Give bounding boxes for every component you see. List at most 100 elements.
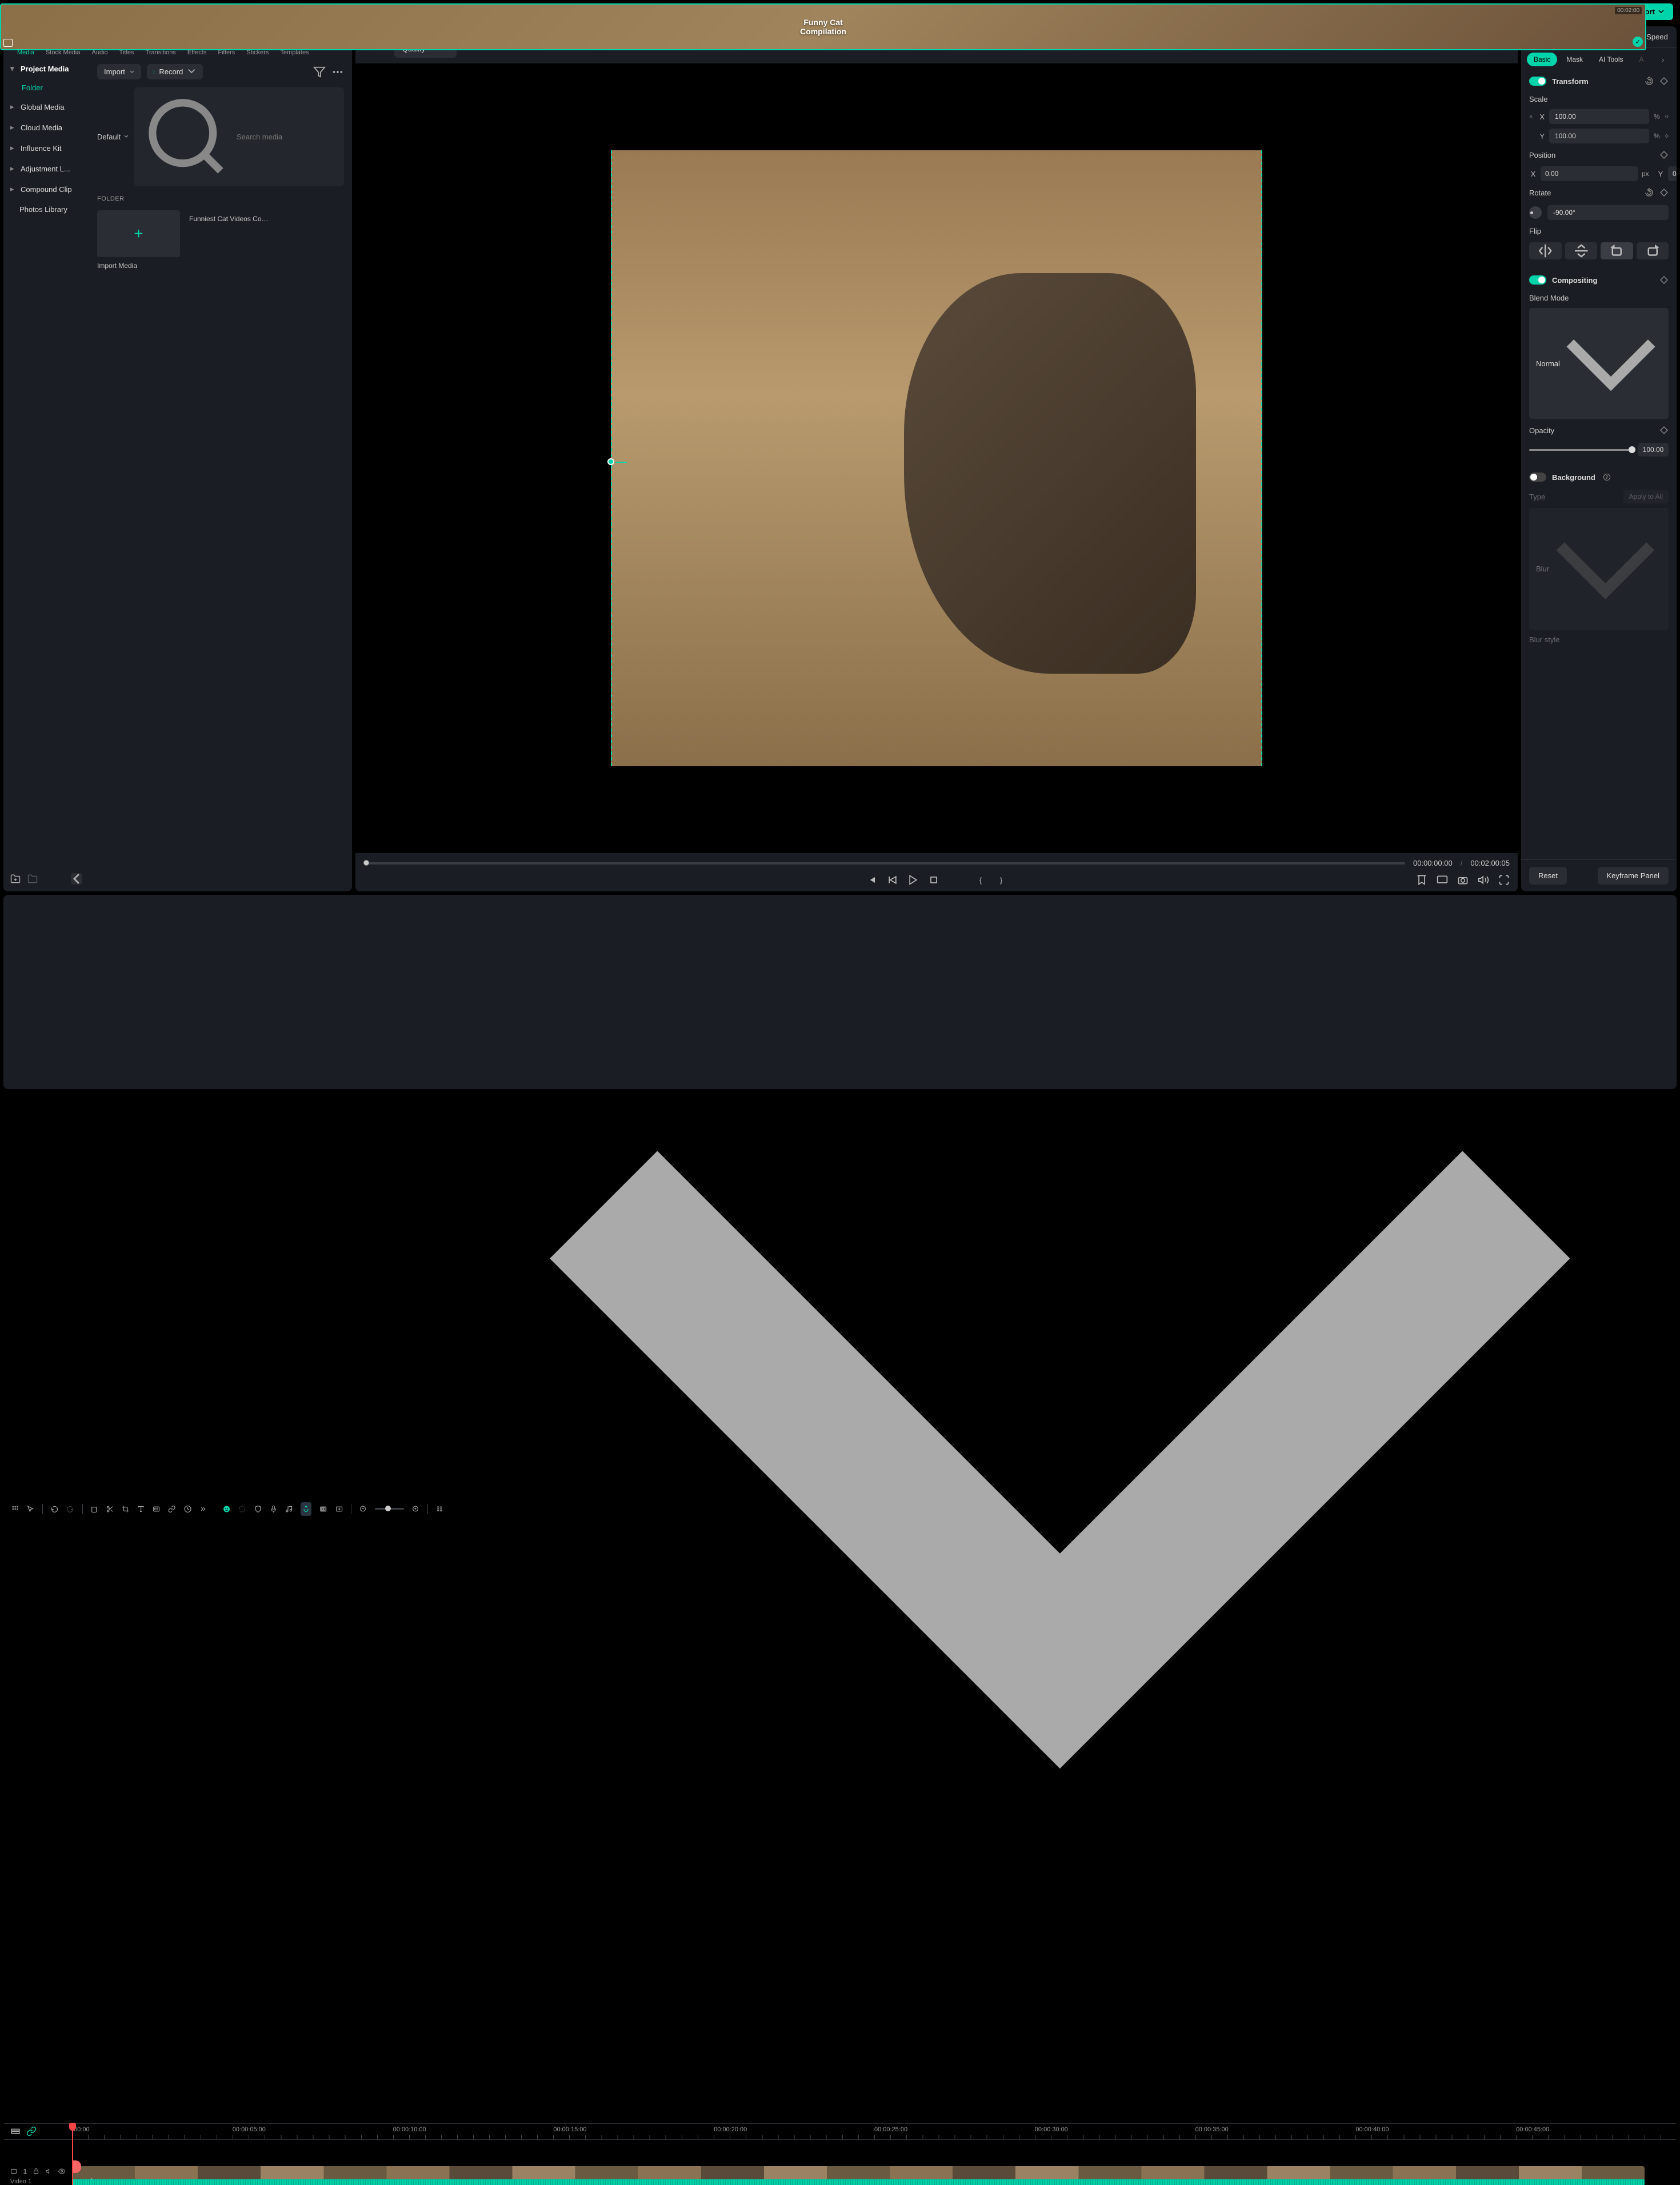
scale-y-keyframe[interactable] bbox=[1665, 131, 1669, 141]
mark-in-button[interactable]: { bbox=[975, 874, 986, 886]
tl-magnet-icon[interactable] bbox=[301, 1502, 311, 1516]
tl-crop-icon[interactable] bbox=[122, 1504, 129, 1514]
search-input[interactable] bbox=[237, 133, 337, 141]
tl-mode-icon-1[interactable] bbox=[10, 2126, 21, 2136]
rotate-knob[interactable] bbox=[1529, 206, 1542, 219]
prev-frame-button[interactable] bbox=[866, 874, 878, 886]
import-dropdown[interactable]: Import bbox=[97, 64, 141, 79]
sidebar-project-media[interactable]: ▾Project Media bbox=[3, 58, 89, 79]
zoom-slider[interactable] bbox=[375, 1508, 404, 1510]
search-field[interactable] bbox=[134, 87, 344, 186]
tl-ai-icon[interactable] bbox=[223, 1504, 230, 1514]
blend-mode-dropdown[interactable]: Normal bbox=[1529, 308, 1669, 419]
subtab-mask[interactable]: Mask bbox=[1559, 53, 1590, 66]
opacity-value[interactable]: 100.00 bbox=[1638, 443, 1669, 457]
help-icon[interactable]: ? bbox=[1603, 474, 1610, 481]
delete-folder-icon[interactable] bbox=[27, 874, 38, 884]
zoom-out-icon[interactable] bbox=[359, 1504, 367, 1514]
pos-x-input[interactable] bbox=[1541, 166, 1638, 181]
new-folder-icon[interactable] bbox=[10, 874, 21, 884]
transform-toggle[interactable] bbox=[1529, 77, 1546, 86]
tl-mic-icon[interactable] bbox=[270, 1504, 277, 1514]
tl-redo-icon[interactable] bbox=[66, 1504, 74, 1514]
flip-horizontal-button[interactable] bbox=[1529, 242, 1562, 259]
tl-link-icon[interactable] bbox=[168, 1504, 175, 1514]
marker-icon[interactable] bbox=[1416, 874, 1427, 886]
chevron-down-icon[interactable] bbox=[451, 901, 1669, 2118]
tl-view-options-icon[interactable] bbox=[436, 1504, 443, 1514]
compositing-keyframe[interactable] bbox=[1659, 275, 1669, 285]
display-mode-icon[interactable] bbox=[1437, 874, 1448, 886]
stop-button[interactable] bbox=[928, 874, 939, 886]
scale-link-icon[interactable] bbox=[1529, 113, 1533, 121]
sort-dropdown[interactable]: Default bbox=[97, 133, 129, 141]
tl-layout-icon[interactable] bbox=[11, 1504, 19, 1514]
scale-x-input[interactable] bbox=[1549, 109, 1649, 124]
reset-button[interactable]: Reset bbox=[1529, 867, 1567, 885]
play-button[interactable] bbox=[907, 874, 919, 886]
mark-out-button[interactable]: } bbox=[995, 874, 1007, 886]
volume-icon[interactable] bbox=[1478, 874, 1489, 886]
rotate-right-button[interactable] bbox=[1637, 242, 1669, 259]
rotate-reset-icon[interactable] bbox=[1645, 188, 1654, 197]
scale-y-input[interactable] bbox=[1549, 129, 1649, 143]
media-clip-tile[interactable]: Funny Cat Compilation 00:02:00 ✓ Funnies… bbox=[189, 210, 272, 270]
tl-adjust-icon[interactable] bbox=[335, 1504, 343, 1514]
transform-keyframe-icon[interactable] bbox=[1659, 77, 1669, 86]
timeline-ruler[interactable]: :00:00 00:00:05:00 00:00:10:00 00:00:15:… bbox=[72, 2124, 1677, 2139]
tl-more-icon[interactable] bbox=[199, 1504, 207, 1514]
timeline-clip[interactable]: Funniest Cat Videos Compilation in 2 Min… bbox=[72, 2166, 1645, 2185]
tl-delete-icon[interactable] bbox=[90, 1504, 98, 1514]
tl-music-icon[interactable] bbox=[285, 1504, 293, 1514]
opacity-keyframe[interactable] bbox=[1659, 426, 1669, 435]
tl-undo-icon[interactable] bbox=[51, 1504, 58, 1514]
play-backward-button[interactable] bbox=[887, 874, 898, 886]
tl-frame-icon[interactable] bbox=[153, 1504, 160, 1514]
tl-shield-icon[interactable] bbox=[254, 1504, 262, 1514]
camera-icon[interactable] bbox=[1457, 874, 1469, 886]
position-keyframe[interactable] bbox=[1659, 150, 1669, 159]
tl-markers-icon[interactable] bbox=[319, 1504, 327, 1514]
rotate-keyframe[interactable] bbox=[1659, 188, 1669, 197]
record-dropdown[interactable]: Record bbox=[147, 64, 203, 79]
fullscreen-icon[interactable] bbox=[1498, 874, 1510, 886]
rotate-left-button[interactable] bbox=[1601, 242, 1633, 259]
track-lock-icon[interactable] bbox=[33, 2167, 39, 2175]
subtab-ai-tools[interactable]: AI Tools bbox=[1592, 53, 1630, 66]
sidebar-cloud-media[interactable]: ▸Cloud Media bbox=[3, 117, 89, 138]
tl-color-icon[interactable] bbox=[238, 1504, 246, 1514]
more-icon[interactable] bbox=[331, 66, 344, 78]
transform-reset-icon[interactable] bbox=[1645, 77, 1654, 86]
scale-x-keyframe[interactable] bbox=[1665, 112, 1669, 121]
timeline-marker[interactable] bbox=[72, 2160, 81, 2173]
track-visible-icon[interactable] bbox=[58, 2167, 65, 2175]
subtab-scroll-right[interactable]: › bbox=[1662, 55, 1671, 64]
track-mute-icon[interactable] bbox=[46, 2167, 53, 2175]
background-toggle[interactable] bbox=[1529, 473, 1546, 482]
subtab-more[interactable]: A bbox=[1632, 53, 1650, 66]
sidebar-compound-clip[interactable]: ▸Compound Clip bbox=[3, 179, 89, 199]
import-media-tile[interactable]: + Import Media bbox=[97, 210, 180, 270]
tl-mode-icon-2[interactable] bbox=[26, 2126, 37, 2136]
sidebar-photos-library[interactable]: Photos Library bbox=[3, 199, 89, 219]
opacity-slider[interactable] bbox=[1529, 449, 1632, 451]
flip-vertical-button[interactable] bbox=[1565, 242, 1598, 259]
pos-y-input[interactable] bbox=[1668, 166, 1677, 181]
player-viewport[interactable] bbox=[355, 63, 1518, 853]
rotate-input[interactable] bbox=[1547, 205, 1669, 220]
sidebar-collapse-button[interactable] bbox=[71, 873, 82, 885]
sidebar-adjustment-layer[interactable]: ▸Adjustment L... bbox=[3, 158, 89, 179]
keyframe-panel-button[interactable]: Keyframe Panel bbox=[1598, 867, 1669, 885]
sidebar-influence-kit[interactable]: ▸Influence Kit bbox=[3, 138, 89, 158]
tl-select-icon[interactable] bbox=[27, 1504, 34, 1514]
timeline-playhead[interactable] bbox=[72, 2124, 73, 2185]
playback-scrubber[interactable] bbox=[363, 862, 1405, 865]
tl-text-icon[interactable] bbox=[137, 1504, 145, 1514]
zoom-in-icon[interactable] bbox=[412, 1504, 419, 1514]
compositing-toggle[interactable] bbox=[1529, 275, 1546, 285]
tl-speed-icon[interactable] bbox=[184, 1504, 191, 1514]
crop-handle[interactable] bbox=[607, 458, 614, 465]
subtab-basic[interactable]: Basic bbox=[1527, 53, 1557, 66]
filter-icon[interactable] bbox=[313, 66, 326, 78]
sidebar-folder[interactable]: Folder bbox=[3, 79, 89, 97]
